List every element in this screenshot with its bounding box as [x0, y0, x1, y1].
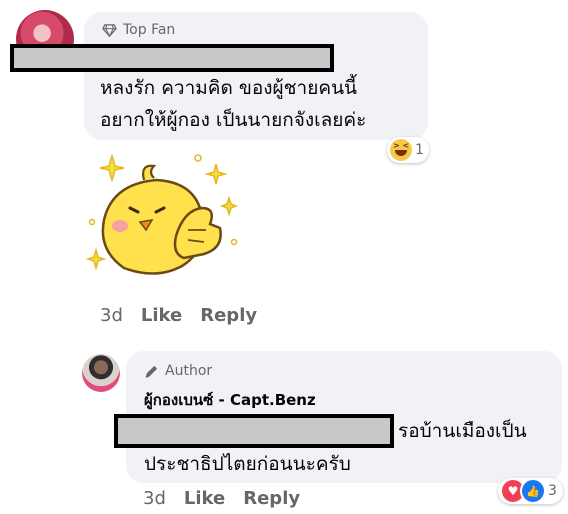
reaction-summary[interactable]: 1: [387, 137, 429, 163]
comment-text-line-2: อยากให้ผู้กอง เป็นนายกจังเลยค่ะ: [100, 109, 367, 131]
reply-like-button[interactable]: Like: [184, 488, 225, 509]
author-name[interactable]: ผู้กองเบนซ์ - Capt.Benz: [144, 388, 316, 412]
reply-text-line-1: รอบ้านเมืองเป็น: [398, 420, 527, 442]
redacted-name: [10, 44, 334, 72]
like-button[interactable]: Like: [141, 305, 182, 326]
laughing-emoji-icon: [390, 139, 412, 161]
top-fan-badge: Top Fan: [102, 22, 175, 38]
reply-button[interactable]: Reply: [200, 305, 257, 326]
reply-reaction-summary[interactable]: ♥ 👍 3: [498, 478, 563, 504]
comment-bubble: Top Fan หลงรัก ความคิด ของผู้ชายคนนี้ อย…: [84, 12, 428, 140]
like-icon: 👍: [520, 478, 546, 504]
reply-reply-button[interactable]: Reply: [243, 488, 300, 509]
author-avatar[interactable]: [82, 354, 120, 392]
comment-actions: 3d Like Reply: [100, 305, 257, 326]
reply-actions: 3d Like Reply: [143, 488, 300, 509]
pen-icon: [145, 365, 158, 378]
diamond-icon: [102, 23, 117, 37]
reply-timestamp[interactable]: 3d: [143, 488, 166, 509]
redacted-text: [114, 414, 394, 448]
comment-text-line-1: หลงรัก ความคิด ของผู้ชายคนนี้: [100, 77, 358, 99]
reply-text-line-2: ประชาธิปไตยก่อนนะครับ: [144, 453, 351, 475]
comment-timestamp[interactable]: 3d: [100, 305, 123, 326]
author-badge: Author: [144, 363, 212, 379]
chick-sticker: [85, 153, 239, 275]
